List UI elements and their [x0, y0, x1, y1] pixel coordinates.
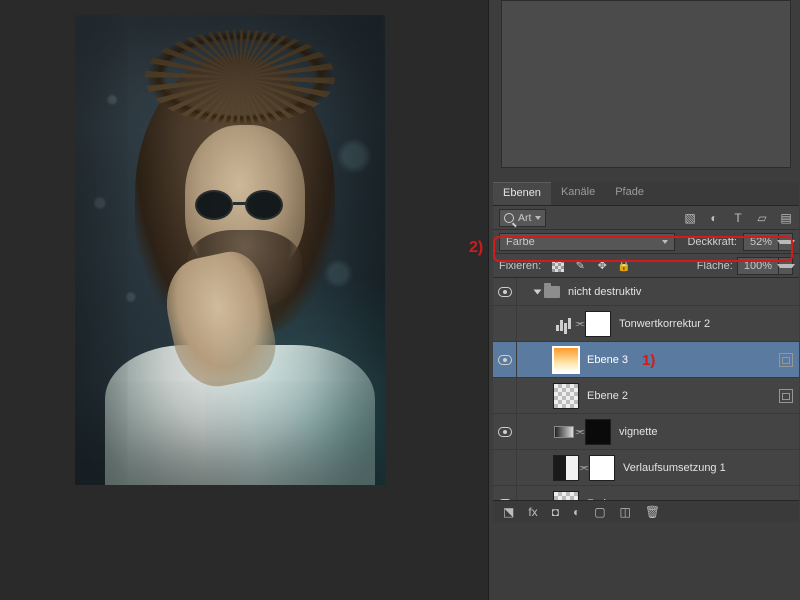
layer-list: nicht destruktiv ⫘ Tonwertkorrektur 2 Eb…: [493, 278, 799, 522]
lock-fill-row: Fixieren: ✎ ✥ 🔒 Fläche: 100%: [493, 254, 799, 278]
layer-mask-thumbnail[interactable]: [585, 311, 611, 337]
opacity-value: 52%: [744, 236, 778, 248]
blend-mode-value: Farbe: [506, 236, 535, 248]
filter-text-icon[interactable]: T: [731, 211, 745, 225]
layer-name[interactable]: Ebene 2: [587, 390, 628, 402]
annotation-label-2: 2): [469, 239, 483, 257]
search-icon: [504, 213, 514, 223]
chevron-down-icon: [535, 216, 541, 220]
filter-shape-icon[interactable]: ▱: [755, 211, 769, 225]
levels-adjustment-icon: [553, 315, 575, 333]
chevron-down-icon: [777, 264, 795, 268]
new-group-icon[interactable]: ▢: [594, 505, 605, 519]
annotation-label-1: 1): [642, 352, 655, 369]
layer-row-levels[interactable]: ⫘ Tonwertkorrektur 2: [493, 306, 799, 342]
adjustment-thumbnail[interactable]: [553, 455, 579, 481]
layer-group[interactable]: nicht destruktiv: [493, 278, 799, 306]
layer-search-kind[interactable]: Art: [499, 209, 546, 227]
visibility-toggle[interactable]: [498, 427, 512, 437]
chevron-down-icon: [777, 240, 795, 244]
layer-name[interactable]: nicht destruktiv: [568, 286, 641, 298]
link-icon: ⫘: [575, 318, 585, 329]
layer-mask-thumbnail[interactable]: [585, 419, 611, 445]
layer-name[interactable]: Ebene 3: [587, 354, 628, 366]
portrait-illustration: [75, 15, 385, 485]
layer-extra-icon[interactable]: [779, 353, 793, 367]
layer-mask-thumbnail[interactable]: [589, 455, 615, 481]
layer-row-ebene2[interactable]: Ebene 2: [493, 378, 799, 414]
panels-column: Ebenen Kanäle Pfade Art ▧ ◐ T ▱ ▤ Farbe: [488, 0, 800, 600]
lock-all-icon[interactable]: 🔒: [617, 259, 631, 273]
new-layer-icon[interactable]: ◫: [620, 505, 631, 519]
fx-icon[interactable]: fx: [528, 505, 537, 519]
gradient-map-icon: [553, 423, 575, 441]
opacity-label: Deckkraft:: [687, 236, 737, 248]
visibility-toggle[interactable]: [498, 355, 512, 365]
fill-input[interactable]: 100%: [737, 257, 793, 275]
fill-label: Fläche:: [697, 260, 733, 272]
blend-mode-select[interactable]: Farbe: [499, 233, 675, 251]
link-icon: ⫘: [579, 462, 589, 473]
opacity-input[interactable]: 52%: [743, 233, 793, 251]
lock-transparency-icon[interactable]: [551, 259, 565, 273]
visibility-toggle[interactable]: [498, 287, 512, 297]
filter-adjust-icon[interactable]: ◐: [707, 211, 721, 225]
document-image[interactable]: [75, 15, 385, 485]
add-adjustment-icon[interactable]: ◐: [573, 505, 580, 519]
layer-row-vignette[interactable]: ⫘ vignette: [493, 414, 799, 450]
lock-pixels-icon[interactable]: ✎: [573, 259, 587, 273]
filter-smart-icon[interactable]: ▤: [779, 211, 793, 225]
blend-opacity-row: Farbe Deckkraft: 52%: [493, 230, 799, 254]
filter-pixel-icon[interactable]: ▧: [683, 211, 697, 225]
disclosure-triangle-icon[interactable]: [534, 289, 542, 294]
canvas-area: [0, 0, 470, 600]
layer-thumbnail[interactable]: [553, 347, 579, 373]
layer-name[interactable]: Verlaufsumsetzung 1: [623, 462, 726, 474]
add-mask-icon[interactable]: ◘: [552, 505, 559, 519]
tab-channels[interactable]: Kanäle: [551, 182, 605, 205]
link-layers-icon[interactable]: ⬔: [503, 505, 514, 519]
layers-bottom-bar: ⬔ fx ◘ ◐ ▢ ◫ 🗑: [493, 500, 799, 522]
delete-layer-icon[interactable]: 🗑: [645, 505, 660, 519]
folder-icon: [544, 286, 560, 298]
link-icon: ⫘: [575, 426, 585, 437]
layer-search-kind-label: Art: [518, 212, 531, 224]
upper-panel-empty: [501, 0, 791, 168]
lock-label: Fixieren:: [499, 260, 541, 272]
chevron-down-icon: [662, 240, 668, 244]
layer-row-gradientmap[interactable]: ⫘ Verlaufsumsetzung 1: [493, 450, 799, 486]
lock-position-icon[interactable]: ✥: [595, 259, 609, 273]
layer-thumbnail[interactable]: [553, 383, 579, 409]
layer-extra-icon[interactable]: [779, 389, 793, 403]
fill-value: 100%: [738, 260, 778, 272]
tab-paths[interactable]: Pfade: [605, 182, 654, 205]
layer-name[interactable]: Tonwertkorrektur 2: [619, 318, 710, 330]
layer-search-row: Art ▧ ◐ T ▱ ▤: [493, 206, 799, 230]
layer-name[interactable]: vignette: [619, 426, 658, 438]
panel-tabs: Ebenen Kanäle Pfade: [493, 182, 799, 206]
tab-layers[interactable]: Ebenen: [493, 182, 551, 205]
